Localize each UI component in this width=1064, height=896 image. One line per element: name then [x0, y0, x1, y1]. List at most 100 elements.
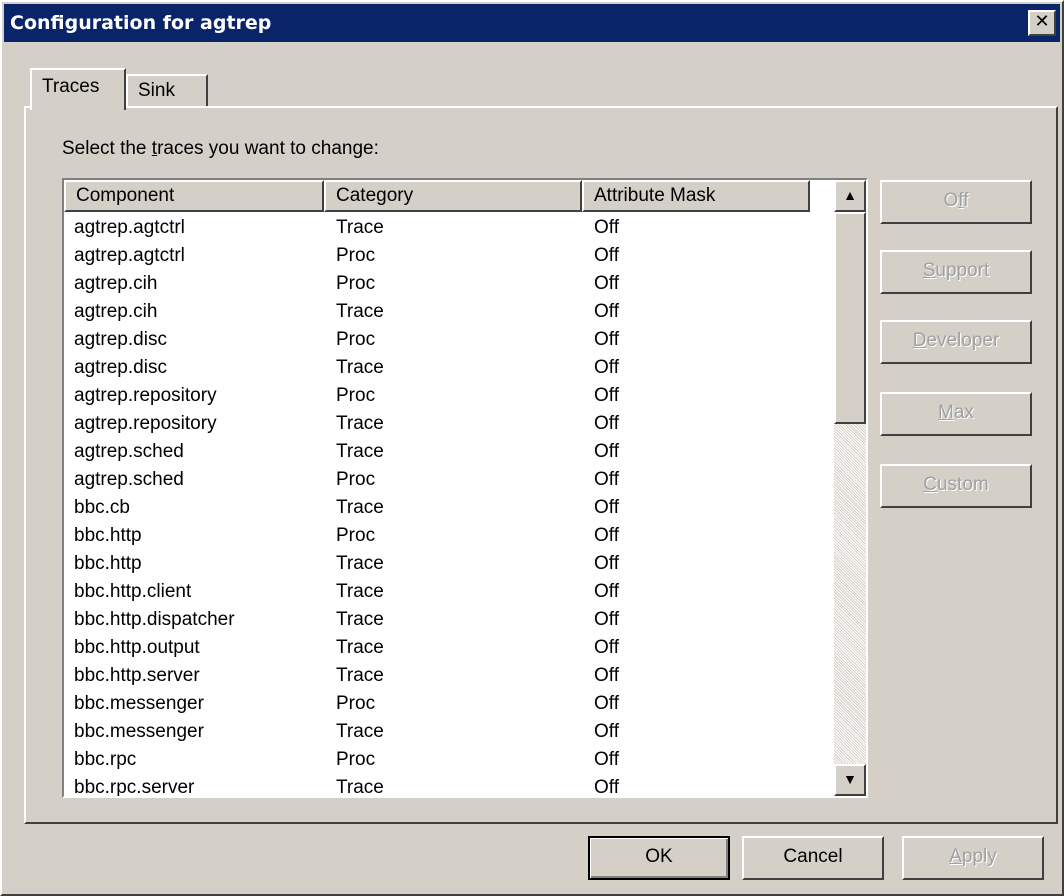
off-button-label-start: O [943, 190, 959, 211]
category-cell: Trace [336, 777, 384, 798]
table-row[interactable]: bbc.messenger Proc Off [64, 690, 810, 718]
close-button[interactable]: ✕ [1028, 10, 1056, 36]
max-button[interactable]: Max [880, 392, 1032, 436]
max-button-accesskey: M [938, 402, 954, 423]
config-dialog: Configuration for agtrep ✕ Traces Sink S… [0, 0, 1064, 896]
scroll-up-button[interactable]: ▲ [834, 180, 866, 212]
cancel-button-label: Cancel [783, 846, 843, 867]
table-row[interactable]: bbc.http.output Trace Off [64, 634, 810, 662]
close-icon: ✕ [1034, 11, 1050, 32]
category-cell: Trace [336, 497, 384, 518]
attribute-mask-cell: Off [594, 609, 619, 630]
developer-button[interactable]: Developer [880, 320, 1032, 364]
component-cell: bbc.http.dispatcher [74, 609, 235, 630]
table-row[interactable]: agtrep.agtctrl Trace Off [64, 214, 810, 242]
category-cell: Trace [336, 553, 384, 574]
column-header-category[interactable]: Category [324, 180, 582, 212]
component-cell: agtrep.sched [74, 469, 184, 490]
support-button[interactable]: Support [880, 250, 1032, 294]
category-cell: Proc [336, 329, 376, 350]
column-header-component[interactable]: Component [64, 180, 324, 212]
table-row[interactable]: agtrep.agtctrl Proc Off [64, 242, 810, 270]
tab-sink[interactable]: Sink [126, 74, 208, 108]
scroll-down-button[interactable]: ▼ [834, 764, 866, 796]
column-header-attribute-mask[interactable]: Attribute Mask [582, 180, 810, 212]
table-row[interactable]: bbc.cb Trace Off [64, 494, 810, 522]
attribute-mask-cell: Off [594, 245, 619, 266]
window-title: Configuration for agtrep [10, 12, 272, 34]
category-cell: Trace [336, 357, 384, 378]
table-row[interactable]: bbc.http.dispatcher Trace Off [64, 606, 810, 634]
category-cell: Trace [336, 441, 384, 462]
tab-traces[interactable]: Traces [30, 68, 126, 110]
category-cell: Proc [336, 273, 376, 294]
arrow-down-icon: ▼ [843, 771, 857, 787]
apply-button-label: pply [961, 846, 997, 867]
cancel-button[interactable]: Cancel [742, 836, 884, 880]
ok-button[interactable]: OK [588, 836, 730, 880]
table-row[interactable]: agtrep.sched Trace Off [64, 438, 810, 466]
category-cell: Trace [336, 217, 384, 238]
table-row[interactable]: agtrep.repository Proc Off [64, 382, 810, 410]
scroll-thumb[interactable] [834, 212, 866, 424]
component-cell: agtrep.cih [74, 301, 158, 322]
column-header-category-label: Category [336, 185, 414, 206]
category-cell: Proc [336, 749, 376, 770]
table-row[interactable]: bbc.http.client Trace Off [64, 578, 810, 606]
table-row[interactable]: bbc.messenger Trace Off [64, 718, 810, 746]
attribute-mask-cell: Off [594, 525, 619, 546]
attribute-mask-cell: Off [594, 637, 619, 658]
select-traces-label: Select the traces you want to change: [62, 138, 379, 160]
tab-traces-label: Traces [42, 76, 100, 97]
component-cell: agtrep.sched [74, 441, 184, 462]
traces-list[interactable]: Component Category Attribute Mask agtrep… [62, 178, 868, 798]
apply-button[interactable]: Apply [902, 836, 1044, 880]
list-rows: agtrep.agtctrl Trace Off agtrep.agtctrl Proc… [64, 214, 810, 798]
attribute-mask-cell: Off [594, 777, 619, 798]
table-row[interactable]: agtrep.disc Proc Off [64, 326, 810, 354]
component-cell: agtrep.repository [74, 385, 217, 406]
off-button-label-end: f [963, 190, 969, 211]
table-row[interactable]: agtrep.disc Trace Off [64, 354, 810, 382]
developer-button-accesskey: D [912, 330, 927, 351]
component-cell: bbc.rpc.server [74, 777, 195, 798]
attribute-mask-cell: Off [594, 441, 619, 462]
table-row[interactable]: agtrep.repository Trace Off [64, 410, 810, 438]
support-button-label: upport [935, 260, 990, 281]
attribute-mask-cell: Off [594, 693, 619, 714]
column-header-component-label: Component [76, 185, 175, 206]
attribute-mask-cell: Off [594, 469, 619, 490]
table-row[interactable]: bbc.http Trace Off [64, 550, 810, 578]
prompt-text-end: races you want to change: [157, 138, 379, 159]
table-row[interactable]: bbc.http Proc Off [64, 522, 810, 550]
table-row[interactable]: agtrep.cih Proc Off [64, 270, 810, 298]
attribute-mask-cell: Off [594, 497, 619, 518]
table-row[interactable]: bbc.http.server Trace Off [64, 662, 810, 690]
max-button-label: ax [953, 402, 974, 423]
component-cell: bbc.http.client [74, 581, 192, 602]
category-cell: Trace [336, 637, 384, 658]
component-cell: agtrep.disc [74, 357, 167, 378]
table-row[interactable]: agtrep.sched Proc Off [64, 466, 810, 494]
table-row[interactable]: agtrep.cih Trace Off [64, 298, 810, 326]
attribute-mask-cell: Off [594, 665, 619, 686]
table-row[interactable]: bbc.rpc.server Trace Off [64, 774, 810, 798]
tab-sink-label: Sink [138, 80, 175, 101]
component-cell: agtrep.repository [74, 413, 217, 434]
list-header: Component Category Attribute Mask [64, 180, 810, 212]
vertical-scrollbar[interactable]: ▲ ▼ [834, 180, 866, 796]
developer-button-label: eveloper [926, 330, 1000, 351]
support-button-accesskey: S [922, 260, 936, 281]
custom-button[interactable]: Custom [880, 464, 1032, 508]
component-cell: bbc.http.output [74, 637, 200, 658]
attribute-mask-cell: Off [594, 217, 619, 238]
attribute-mask-cell: Off [594, 385, 619, 406]
component-cell: agtrep.agtctrl [74, 245, 185, 266]
off-button[interactable]: Off [880, 180, 1032, 224]
arrow-up-icon: ▲ [843, 187, 857, 203]
table-row[interactable]: bbc.rpc Proc Off [64, 746, 810, 774]
attribute-mask-cell: Off [594, 581, 619, 602]
attribute-mask-cell: Off [594, 553, 619, 574]
category-cell: Proc [336, 525, 376, 546]
title-bar[interactable]: Configuration for agtrep ✕ [4, 4, 1060, 42]
